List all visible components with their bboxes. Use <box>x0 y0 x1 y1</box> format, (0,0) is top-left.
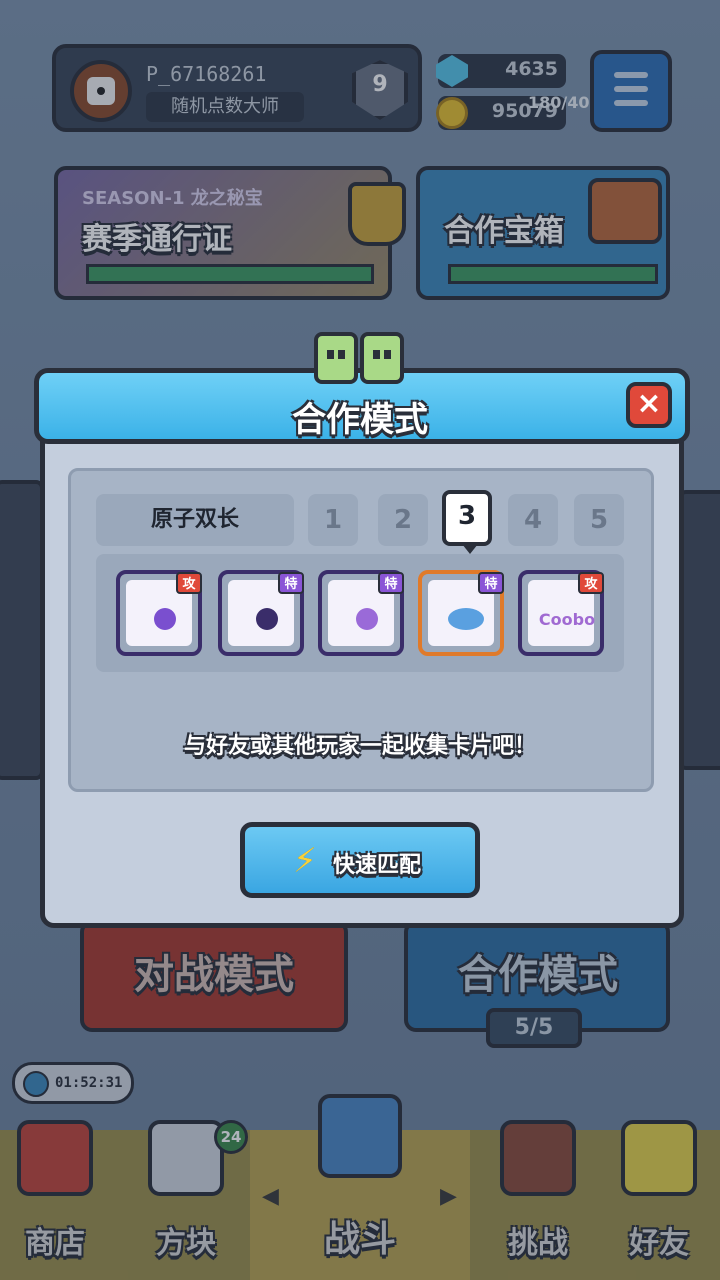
dice-card-3[interactable]: 特 <box>318 570 404 656</box>
emblem-icon <box>360 332 404 384</box>
deck-slot-1[interactable]: 1 <box>308 494 358 546</box>
dice-card-1[interactable]: 攻 <box>116 570 202 656</box>
dice-card-4[interactable]: 特 <box>418 570 504 656</box>
deck-slot-2[interactable]: 2 <box>378 494 428 546</box>
deck-slot-3[interactable]: 3 <box>442 490 492 554</box>
card-tag: 攻 <box>578 572 604 594</box>
infinity-icon <box>448 608 484 630</box>
deck-name: 原子双长 <box>96 494 294 546</box>
orb-icon <box>356 608 378 630</box>
hint-text: 与好友或其他玩家一起收集卡片吧！ <box>183 734 536 759</box>
lightning-icon: ⚡ <box>293 841 317 881</box>
card-tag: 攻 <box>176 572 202 594</box>
dice-card-5[interactable]: Coobo 攻 <box>518 570 604 656</box>
emblem-icon <box>314 332 358 384</box>
orb-icon <box>256 608 278 630</box>
card-tag: 特 <box>378 572 404 594</box>
quick-match-button[interactable]: ⚡ 快速匹配 <box>240 822 480 898</box>
card-tag: 特 <box>278 572 304 594</box>
deck-slot-4[interactable]: 4 <box>508 494 558 546</box>
coobo-logo: Coobo <box>538 610 596 629</box>
dice-card-2[interactable]: 特 <box>218 570 304 656</box>
close-button[interactable]: × <box>626 382 672 428</box>
deck-slot-5[interactable]: 5 <box>574 494 624 546</box>
quick-match-label: 快速匹配 <box>333 853 422 878</box>
orb-icon <box>154 608 176 630</box>
card-tag: 特 <box>478 572 504 594</box>
modal-title: 合作模式 <box>292 400 428 440</box>
